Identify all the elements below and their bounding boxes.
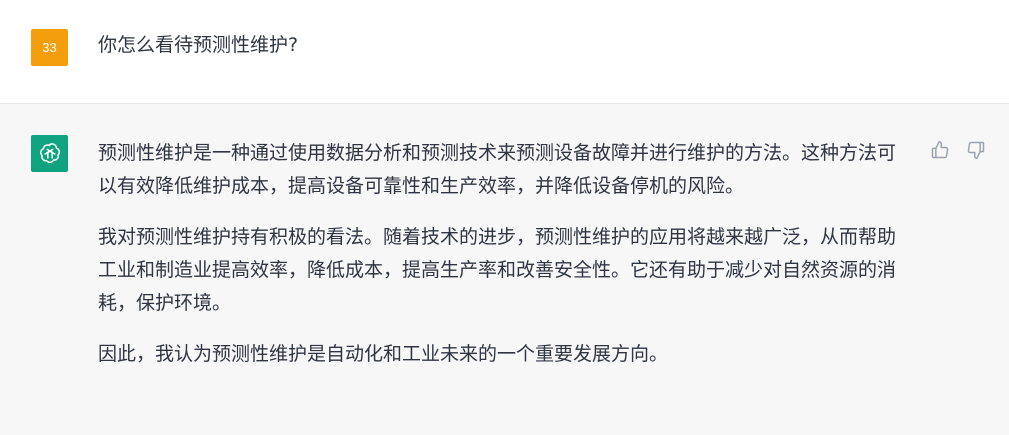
user-avatar-text: 33 bbox=[42, 40, 57, 55]
reply-paragraph-3: 因此，我认为预测性维护是自动化和工业未来的一个重要发展方向。 bbox=[98, 343, 669, 365]
reply-paragraph-2: 我对预测性维护持有积极的看法。随着技术的进步，预测性维护的应用将越来越广泛，从而… bbox=[98, 226, 897, 314]
reply-paragraph-1: 预测性维护是一种通过使用数据分析和预测技术来预测设备故障并进行维护的方法。这种方… bbox=[98, 142, 897, 197]
user-message-row: 33 你怎么看待预测性维护? bbox=[0, 0, 1009, 104]
thumbs-down-button[interactable] bbox=[965, 139, 987, 161]
user-avatar: 33 bbox=[31, 29, 68, 66]
thumbs-down-icon bbox=[967, 141, 985, 160]
message-actions bbox=[929, 139, 987, 161]
assistant-avatar bbox=[31, 135, 68, 172]
assistant-reply: 预测性维护是一种通过使用数据分析和预测技术来预测设备故障并进行维护的方法。这种方… bbox=[98, 137, 918, 389]
thumbs-up-icon bbox=[931, 140, 949, 159]
chat-thread: 33 你怎么看待预测性维护? 预测性维护是一种通过使用数据分析和预测技术来预测设… bbox=[0, 0, 1009, 435]
user-message-text: 你怎么看待预测性维护? bbox=[98, 34, 299, 56]
assistant-message-row: 预测性维护是一种通过使用数据分析和预测技术来预测设备故障并进行维护的方法。这种方… bbox=[0, 104, 1009, 435]
openai-logo-icon bbox=[39, 142, 60, 163]
thumbs-up-button[interactable] bbox=[929, 139, 951, 161]
